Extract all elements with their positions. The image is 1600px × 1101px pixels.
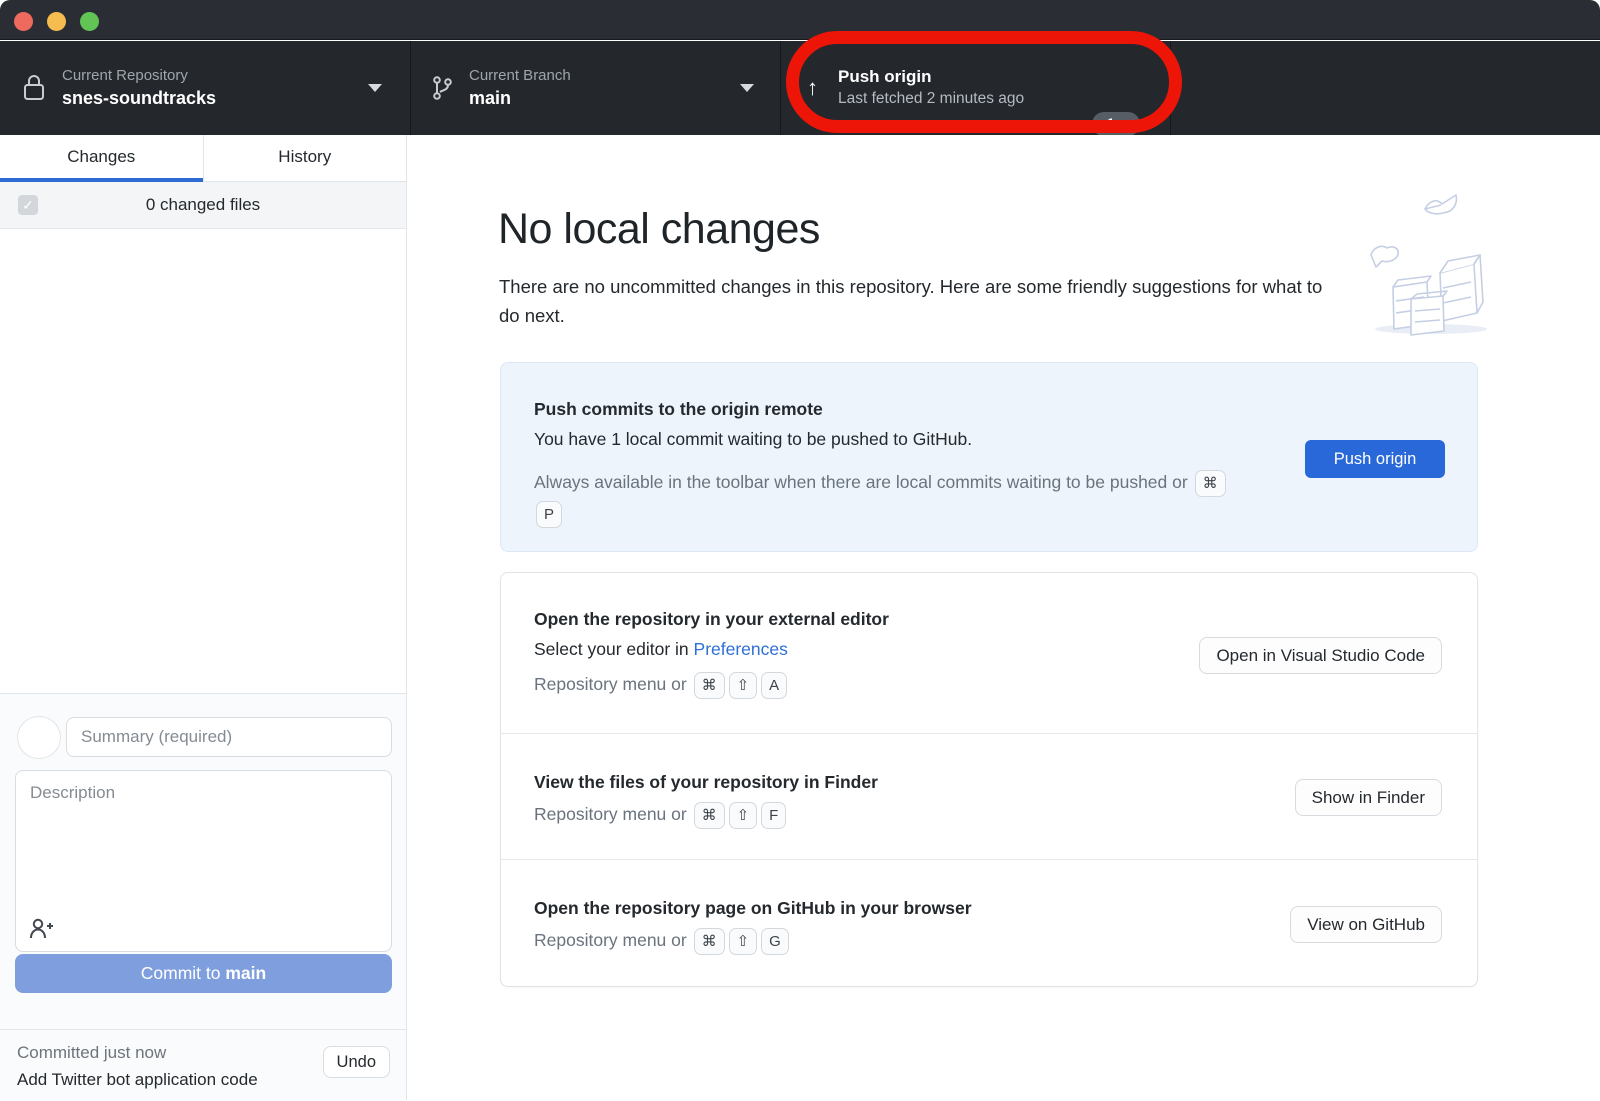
suggestion-shortcut: Repository menu or ⌘⇧G — [534, 928, 791, 955]
view-on-github-button[interactable]: View on GitHub — [1290, 906, 1442, 943]
commit-summary-input[interactable] — [66, 717, 392, 757]
cmd-key: ⌘ — [694, 672, 725, 699]
paper-stack-illustration — [1363, 193, 1498, 338]
arrow-up-icon: ↑ — [807, 75, 818, 101]
f-key: F — [761, 802, 786, 829]
shift-key: ⇧ — [729, 928, 758, 955]
toolbar-divider — [1170, 41, 1171, 135]
select-all-checkbox[interactable]: ✓ — [18, 195, 38, 215]
page-subtitle: There are no uncommitted changes in this… — [499, 272, 1334, 330]
page-title: No local changes — [498, 205, 820, 254]
suggestions-card: Open the repository in your external edi… — [500, 572, 1478, 987]
push-origin-button[interactable]: Push origin — [1305, 440, 1445, 478]
sidebar-tabbar: Changes History — [0, 135, 406, 182]
current-repository-dropdown[interactable]: Current Repository snes-soundtracks — [0, 41, 410, 135]
suggestion-title: View the files of your repository in Fin… — [534, 772, 878, 793]
undo-button[interactable]: Undo — [323, 1046, 390, 1078]
changed-files-count: 0 changed files — [0, 195, 406, 215]
current-branch-dropdown[interactable]: Current Branch main — [411, 41, 780, 135]
commit-description-input[interactable] — [15, 770, 392, 952]
commit-message-text: Add Twitter bot application code — [17, 1070, 258, 1090]
suggestion-view-github: Open the repository page on GitHub in yo… — [501, 859, 1477, 988]
git-branch-icon — [431, 74, 453, 102]
suggestion-shortcut: Repository menu or ⌘⇧A — [534, 672, 789, 699]
commit-to-main-button[interactable]: Commit to main — [15, 954, 392, 993]
tab-history[interactable]: History — [203, 135, 407, 182]
open-in-vscode-button[interactable]: Open in Visual Studio Code — [1199, 637, 1442, 674]
push-panel-hint: Always available in the toolbar when the… — [534, 467, 1234, 529]
repository-name: snes-soundtracks — [62, 86, 216, 110]
shift-key: ⇧ — [729, 672, 758, 699]
a-key: A — [761, 672, 787, 699]
commit-form: Commit to main Committed just now Add Tw… — [0, 693, 406, 1100]
push-commits-panel: Push commits to the origin remote You ha… — [500, 362, 1478, 552]
chevron-down-icon — [368, 84, 382, 92]
branch-label: Current Branch — [469, 66, 571, 86]
lock-icon — [22, 73, 46, 103]
changes-sidebar: Changes History ✓ 0 changed files Commit… — [0, 135, 407, 1100]
g-key: G — [761, 928, 789, 955]
window-titlebar — [0, 0, 1600, 40]
cmd-key: ⌘ — [694, 802, 725, 829]
changed-files-row: ✓ 0 changed files — [0, 182, 406, 229]
main-content: No local changes There are no uncommitte… — [408, 135, 1600, 1100]
zoom-window-button[interactable] — [80, 12, 99, 31]
branch-name: main — [469, 86, 571, 110]
push-panel-body: You have 1 local commit waiting to be pu… — [534, 429, 972, 450]
suggestion-title: Open the repository page on GitHub in yo… — [534, 898, 972, 919]
push-origin-subtitle: Last fetched 2 minutes ago — [838, 88, 1024, 110]
push-panel-title: Push commits to the origin remote — [534, 399, 823, 420]
suggestion-title: Open the repository in your external edi… — [534, 609, 889, 630]
avatar — [17, 716, 61, 759]
p-key: P — [536, 501, 562, 528]
suggestion-open-editor: Open the repository in your external edi… — [501, 573, 1477, 733]
ahead-commits-badge: 1 ↑ — [1092, 112, 1140, 136]
suggestion-show-finder: View the files of your repository in Fin… — [501, 733, 1477, 859]
tab-changes[interactable]: Changes — [0, 135, 203, 182]
repository-label: Current Repository — [62, 66, 216, 86]
suggestion-subtitle: Select your editor in Preferences — [534, 639, 788, 660]
suggestion-shortcut: Repository menu or ⌘⇧F — [534, 802, 788, 829]
shift-key: ⇧ — [729, 802, 758, 829]
preferences-link[interactable]: Preferences — [694, 639, 788, 659]
last-commit-footer: Committed just now Add Twitter bot appli… — [0, 1029, 406, 1101]
cmd-key: ⌘ — [1195, 470, 1226, 497]
commit-status-text: Committed just now — [17, 1043, 166, 1063]
cmd-key: ⌘ — [694, 928, 725, 955]
add-coauthor-icon[interactable] — [28, 916, 54, 942]
close-window-button[interactable] — [14, 12, 33, 31]
minimize-window-button[interactable] — [47, 12, 66, 31]
chevron-down-icon — [740, 84, 754, 92]
push-origin-title: Push origin — [838, 66, 1024, 88]
app-toolbar: Current Repository snes-soundtracks Curr… — [0, 41, 1600, 135]
show-in-finder-button[interactable]: Show in Finder — [1295, 779, 1442, 816]
